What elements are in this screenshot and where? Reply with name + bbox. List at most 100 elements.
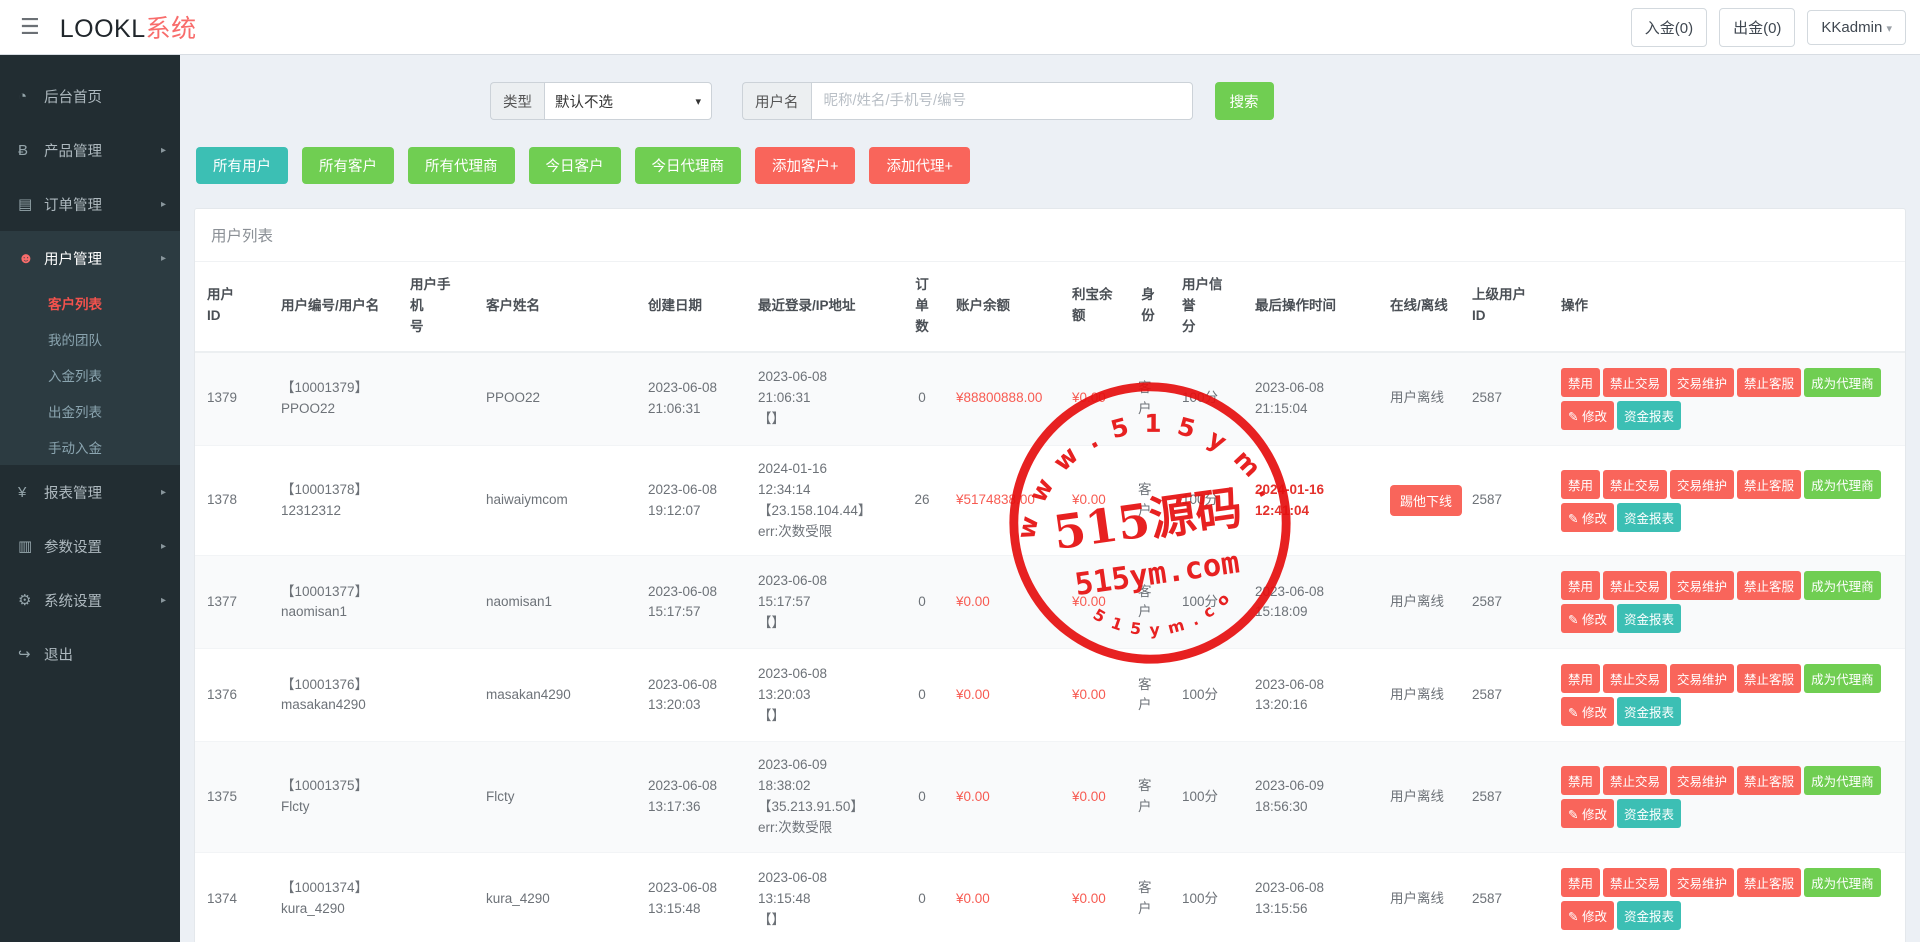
action-成为代理商-button[interactable]: 成为代理商	[1804, 470, 1881, 499]
action-禁止客服-button[interactable]: 禁止客服	[1737, 664, 1801, 693]
action-禁用-button[interactable]: 禁用	[1561, 571, 1600, 600]
header-line: 身	[1138, 285, 1158, 306]
action-禁用-button[interactable]: 禁用	[1561, 368, 1600, 397]
action-禁止交易-button[interactable]: 禁止交易	[1603, 470, 1667, 499]
login-line: 2023-06-08	[758, 571, 888, 592]
sidebar-subitem[interactable]: 出金列表	[0, 393, 180, 429]
sidebar-item-orders[interactable]: ▤订单管理▸	[0, 177, 180, 231]
quick-filter-button[interactable]: 所有用户	[196, 147, 288, 184]
sidebar-item-system[interactable]: ⚙系统设置▸	[0, 573, 180, 627]
search-button[interactable]: 搜索	[1215, 82, 1274, 120]
action-交易维护-button[interactable]: 交易维护	[1670, 368, 1734, 397]
quick-filter-button[interactable]: 添加代理+	[869, 147, 969, 184]
column-header: 最后操作时间	[1243, 262, 1378, 352]
action-禁止交易-button[interactable]: 禁止交易	[1603, 766, 1667, 795]
action-交易维护-button[interactable]: 交易维护	[1670, 766, 1734, 795]
sidebar-item-dashboard[interactable]: ◔后台首页	[0, 69, 180, 123]
sidebar-subitem[interactable]: 入金列表	[0, 357, 180, 393]
action-修改-button[interactable]: ✎ 修改	[1561, 604, 1614, 633]
cell-last-operation: 2024-01-1612:41:04	[1243, 445, 1378, 556]
cell-identity: 客户	[1126, 445, 1170, 556]
type-select[interactable]: 默认不选▾	[544, 82, 712, 120]
action-修改-button[interactable]: ✎ 修改	[1561, 697, 1614, 726]
action-禁止交易-button[interactable]: 禁止交易	[1603, 868, 1667, 897]
quick-filter-button[interactable]: 所有代理商	[408, 147, 515, 184]
deposit-button[interactable]: 入金(0)	[1631, 8, 1707, 47]
action-资金报表-button[interactable]: 资金报表	[1617, 604, 1681, 633]
action-资金报表-button[interactable]: 资金报表	[1617, 799, 1681, 828]
action-label: 资金报表	[1624, 808, 1674, 822]
quick-filter-button[interactable]: 所有客户	[302, 147, 394, 184]
action-成为代理商-button[interactable]: 成为代理商	[1804, 368, 1881, 397]
action-禁止客服-button[interactable]: 禁止客服	[1737, 470, 1801, 499]
action-line-2: ✎ 修改资金报表	[1561, 602, 1893, 635]
withdraw-button[interactable]: 出金(0)	[1719, 8, 1795, 47]
sidebar-item-users[interactable]: ☻用户管理▸	[0, 231, 180, 285]
cell-balance: ¥5174838.00	[944, 445, 1060, 556]
menu-toggle-icon[interactable]: ☰	[14, 14, 52, 40]
action-成为代理商-button[interactable]: 成为代理商	[1804, 571, 1881, 600]
kick-offline-button[interactable]: 踢他下线	[1390, 485, 1462, 516]
action-禁用-button[interactable]: 禁用	[1561, 470, 1600, 499]
cell-identity: 客户	[1126, 649, 1170, 742]
action-成为代理商-button[interactable]: 成为代理商	[1804, 868, 1881, 897]
login-line: err:次数受限	[758, 522, 888, 543]
chevron-right-icon: ▸	[161, 595, 166, 606]
user-menu-button[interactable]: KKadmin ▾	[1807, 10, 1906, 45]
action-成为代理商-button[interactable]: 成为代理商	[1804, 766, 1881, 795]
type-label: 类型	[490, 82, 544, 120]
action-禁止客服-button[interactable]: 禁止客服	[1737, 766, 1801, 795]
header-line: 份	[1138, 306, 1158, 327]
action-交易维护-button[interactable]: 交易维护	[1670, 868, 1734, 897]
action-禁用-button[interactable]: 禁用	[1561, 664, 1600, 693]
cell-phone	[398, 556, 474, 649]
action-禁止交易-button[interactable]: 禁止交易	[1603, 664, 1667, 693]
sidebar-item-params[interactable]: ▥参数设置▸	[0, 519, 180, 573]
last-op-line: 12:41:04	[1255, 501, 1366, 522]
panel-title: 用户列表	[195, 209, 1905, 262]
action-资金报表-button[interactable]: 资金报表	[1617, 503, 1681, 532]
quick-filter-button[interactable]: 添加客户+	[755, 147, 855, 184]
action-禁用-button[interactable]: 禁用	[1561, 868, 1600, 897]
action-禁止交易-button[interactable]: 禁止交易	[1603, 368, 1667, 397]
sidebar-subitem[interactable]: 手动入金	[0, 429, 180, 465]
sidebar-subitem[interactable]: 我的团队	[0, 321, 180, 357]
action-修改-button[interactable]: ✎ 修改	[1561, 503, 1614, 532]
sidebar-item-products[interactable]: Ƀ产品管理▸	[0, 123, 180, 177]
action-禁止交易-button[interactable]: 禁止交易	[1603, 571, 1667, 600]
cell-libao-balance: ¥0.00	[1060, 556, 1126, 649]
action-交易维护-button[interactable]: 交易维护	[1670, 664, 1734, 693]
cell-order-count: 0	[900, 556, 944, 649]
sidebar-subitem[interactable]: 客户列表	[0, 285, 180, 321]
action-交易维护-button[interactable]: 交易维护	[1670, 470, 1734, 499]
action-资金报表-button[interactable]: 资金报表	[1617, 401, 1681, 430]
action-禁止客服-button[interactable]: 禁止客服	[1737, 868, 1801, 897]
bitcoin-icon: Ƀ	[18, 142, 44, 159]
header-line: 操作	[1561, 296, 1893, 317]
action-禁止客服-button[interactable]: 禁止客服	[1737, 368, 1801, 397]
action-修改-button[interactable]: ✎ 修改	[1561, 901, 1614, 930]
sidebar-item-logout[interactable]: ↪退出	[0, 627, 180, 681]
quick-filter-button[interactable]: 今日代理商	[635, 147, 742, 184]
quick-filter-button[interactable]: 今日客户	[529, 147, 621, 184]
action-交易维护-button[interactable]: 交易维护	[1670, 571, 1734, 600]
username-input[interactable]	[811, 82, 1193, 120]
column-header: 用户ID	[195, 262, 269, 352]
created-line: 2023-06-08	[648, 378, 734, 399]
action-修改-button[interactable]: ✎ 修改	[1561, 401, 1614, 430]
action-资金报表-button[interactable]: 资金报表	[1617, 901, 1681, 930]
action-成为代理商-button[interactable]: 成为代理商	[1804, 664, 1881, 693]
action-禁止客服-button[interactable]: 禁止客服	[1737, 571, 1801, 600]
cell-created: 2023-06-0813:20:03	[636, 649, 746, 742]
action-资金报表-button[interactable]: 资金报表	[1617, 697, 1681, 726]
logo-text-accent: 系统	[146, 15, 197, 43]
sidebar-item-label: 用户管理	[44, 248, 102, 269]
action-禁用-button[interactable]: 禁用	[1561, 766, 1600, 795]
app-logo[interactable]: LOOKL系统	[60, 9, 197, 45]
table-header-row: 用户ID用户编号/用户名用户手机号客户姓名创建日期最近登录/IP地址订单数账户余…	[195, 262, 1905, 352]
action-修改-button[interactable]: ✎ 修改	[1561, 799, 1614, 828]
sidebar-item-reports[interactable]: ¥报表管理▸	[0, 465, 180, 519]
created-line: 21:06:31	[648, 399, 734, 420]
cell-actions: 禁用禁止交易交易维护禁止客服成为代理商 ✎ 修改资金报表	[1549, 649, 1905, 742]
top-navbar: ☰ LOOKL系统 入金(0) 出金(0) KKadmin ▾	[0, 0, 1920, 55]
